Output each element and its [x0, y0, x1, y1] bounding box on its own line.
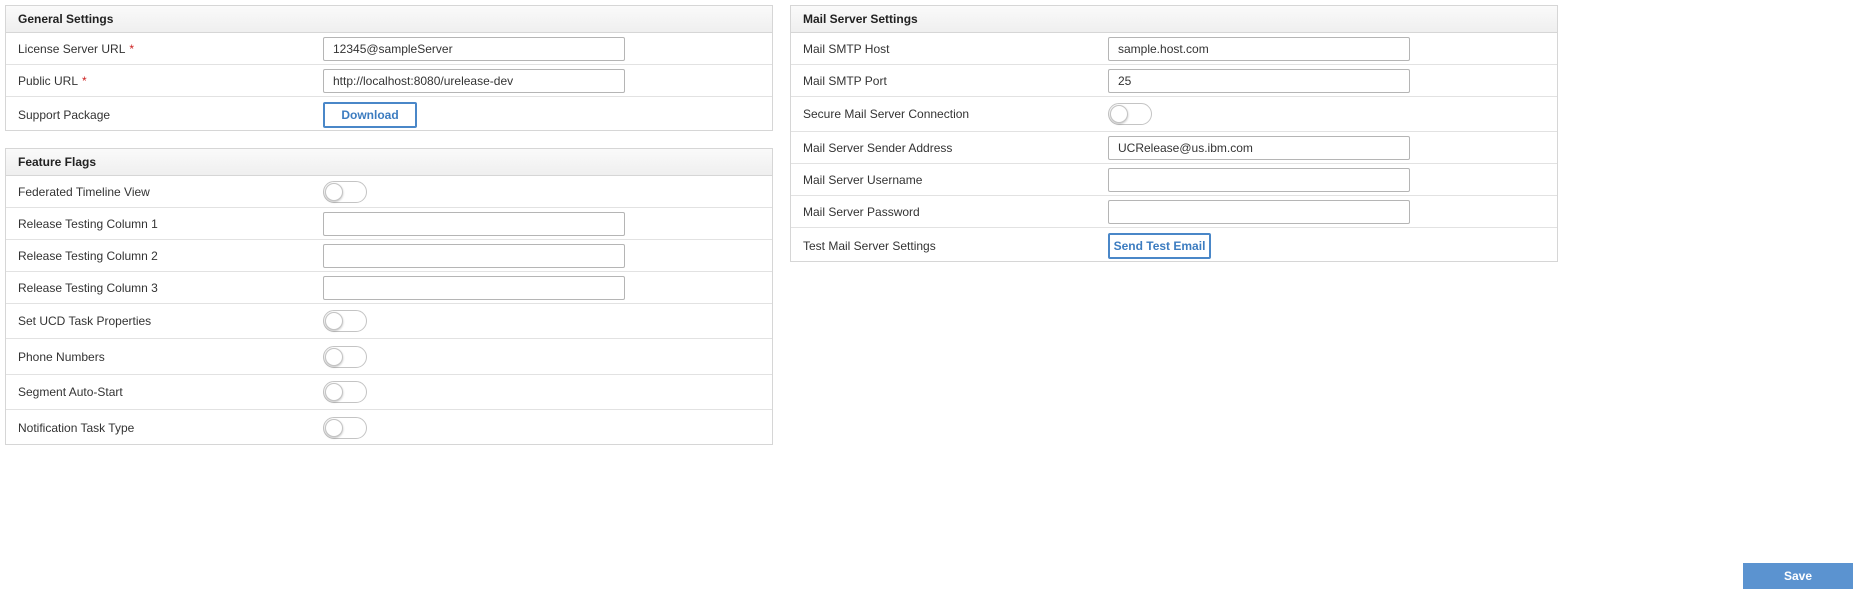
username-label: Mail Server Username: [803, 172, 923, 187]
smtp-port-label: Mail SMTP Port: [803, 73, 887, 88]
sender-address-input[interactable]: [1108, 135, 1410, 160]
test-settings-label: Test Mail Server Settings: [803, 239, 936, 253]
notification-task-type-label: Notification Task Type: [18, 420, 135, 435]
toggle-knob: [325, 347, 343, 366]
support-package-label: Support Package: [18, 108, 111, 122]
federated-timeline-view-toggle[interactable]: [323, 180, 367, 203]
phone-numbers-toggle[interactable]: [323, 345, 367, 368]
release-testing-column-2-label: Release Testing Column 2: [18, 248, 158, 263]
test-settings-row: Test Mail Server Settings Send Test Emai…: [791, 228, 1557, 264]
phone-numbers-row: Phone Numbers: [6, 339, 772, 375]
toggle-knob: [1110, 105, 1128, 123]
release-testing-column-3-row: Release Testing Column 3: [6, 272, 772, 304]
toggle-knob: [325, 418, 343, 437]
required-marker: *: [129, 41, 135, 56]
feature-flags-title: Feature Flags: [6, 149, 772, 176]
license-server-url-row: License Server URL *: [6, 33, 772, 65]
general-settings-title: General Settings: [6, 6, 772, 33]
federated-timeline-view-label: Federated Timeline View: [18, 184, 150, 199]
release-testing-column-3-input[interactable]: [323, 275, 625, 300]
segment-auto-start-row: Segment Auto-Start: [6, 375, 772, 410]
password-label: Mail Server Password: [803, 204, 920, 219]
password-row: Mail Server Password: [791, 196, 1557, 228]
send-test-email-button[interactable]: Send Test Email: [1108, 233, 1211, 259]
sender-address-row: Mail Server Sender Address: [791, 132, 1557, 164]
license-server-url-input[interactable]: [323, 36, 625, 61]
username-row: Mail Server Username: [791, 164, 1557, 196]
save-button[interactable]: Save: [1743, 563, 1853, 589]
notification-task-type-toggle[interactable]: [323, 416, 367, 439]
general-settings-panel: General Settings License Server URL* Pub…: [5, 5, 773, 131]
secure-connection-label: Secure Mail Server Connection: [803, 107, 970, 121]
license-server-url-label: License Server URL *: [18, 42, 134, 56]
feature-flags-panel: Feature Flags Federated Timeline View Re…: [5, 148, 773, 445]
public-url-label: Public URL *: [18, 74, 87, 88]
sender-address-label: Mail Server Sender Address: [803, 140, 953, 155]
federated-timeline-view-row: Federated Timeline View: [6, 176, 772, 208]
segment-auto-start-label: Segment Auto-Start: [18, 385, 123, 399]
secure-connection-toggle[interactable]: [1108, 103, 1152, 125]
mail-server-settings-panel: Mail Server Settings Mail SMTP Host Mail…: [790, 5, 1558, 262]
required-marker: *: [82, 73, 87, 88]
release-testing-column-3-label: Release Testing Column 3: [18, 280, 158, 295]
smtp-port-row: Mail SMTP Port: [791, 65, 1557, 97]
smtp-host-label: Mail SMTP Host: [803, 41, 890, 56]
release-testing-column-1-label: Release Testing Column 1: [18, 216, 158, 231]
notification-task-type-row: Notification Task Type: [6, 410, 772, 445]
set-ucd-task-properties-toggle[interactable]: [323, 310, 367, 332]
public-url-input[interactable]: [323, 68, 625, 93]
license-server-url-label-text: License Server URL: [18, 41, 126, 56]
download-button[interactable]: Download: [323, 102, 417, 128]
release-testing-column-1-row: Release Testing Column 1: [6, 208, 772, 240]
mail-server-settings-title: Mail Server Settings: [791, 6, 1557, 33]
toggle-knob: [325, 383, 343, 401]
segment-auto-start-toggle[interactable]: [323, 381, 367, 403]
release-testing-column-2-input[interactable]: [323, 243, 625, 268]
toggle-knob: [325, 312, 343, 330]
smtp-host-row: Mail SMTP Host: [791, 33, 1557, 65]
support-package-row: Support Package Download: [6, 97, 772, 133]
username-input[interactable]: [1108, 167, 1410, 192]
phone-numbers-label: Phone Numbers: [18, 349, 105, 364]
toggle-knob: [325, 182, 343, 201]
public-url-row: Public URL *: [6, 65, 772, 97]
public-url-label-text: Public URL: [18, 73, 79, 88]
smtp-host-input[interactable]: [1108, 36, 1410, 61]
secure-connection-row: Secure Mail Server Connection: [791, 97, 1557, 132]
release-testing-column-1-input[interactable]: [323, 211, 625, 236]
smtp-port-input[interactable]: [1108, 68, 1410, 93]
password-input[interactable]: [1108, 199, 1410, 224]
release-testing-column-2-row: Release Testing Column 2: [6, 240, 772, 272]
set-ucd-task-properties-row: Set UCD Task Properties: [6, 304, 772, 339]
set-ucd-task-properties-label: Set UCD Task Properties: [18, 314, 152, 328]
